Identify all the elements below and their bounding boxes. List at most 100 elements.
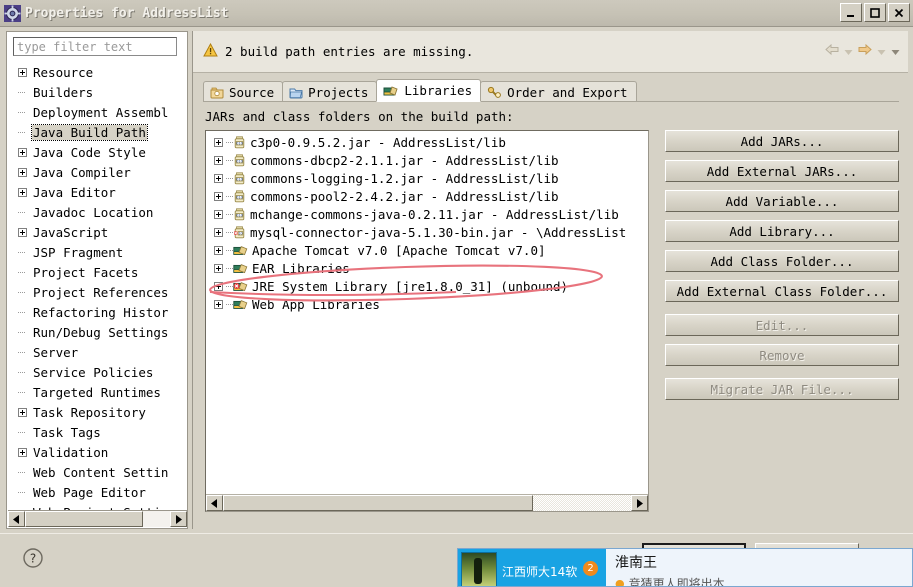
help-question-icon[interactable]: ? [22,547,44,569]
sidebar-item-server[interactable]: Server [8,342,187,362]
expand-plus-icon[interactable] [18,67,27,77]
list-scroll-right-icon[interactable] [631,495,648,511]
sidebar-item-java-code-style[interactable]: Java Code Style [8,142,187,162]
add-external-jars-button[interactable]: Add External JARs... [665,160,899,182]
sidebar-scroll-thumb[interactable] [25,511,143,527]
expand-plus-icon[interactable] [18,407,27,417]
gear-icon [4,4,21,22]
build-path-entry[interactable]: 010 c3p0-0.9.5.2.jar - AddressList/lib [206,133,648,151]
tab-bar[interactable]: Source Projects Libraries Order and Export [203,79,637,102]
sidebar-item-web-project-settin[interactable]: Web Project Settin [8,502,187,511]
add-external-class-folder-button[interactable]: Add External Class Folder... [665,280,899,302]
sidebar-item-targeted-runtimes[interactable]: Targeted Runtimes [8,382,187,402]
sidebar-item-label: Java Code Style [33,144,146,160]
sidebar-item-java-editor[interactable]: Java Editor [8,182,187,202]
expand-plus-icon[interactable] [214,137,223,147]
library-icon [233,244,248,257]
list-hscrollbar[interactable] [206,494,648,511]
sidebar-item-web-page-editor[interactable]: Web Page Editor [8,482,187,502]
filter-input[interactable]: type filter text [13,37,177,56]
sidebar-item-java-compiler[interactable]: Java Compiler [8,162,187,182]
expand-plus-icon[interactable] [214,299,223,309]
expand-plus-icon[interactable] [214,227,223,237]
build-path-entry[interactable]: 010 commons-pool2-2.4.2.jar - AddressList… [206,187,648,205]
sidebar-item-service-policies[interactable]: Service Policies [8,362,187,382]
sidebar-item-label: Targeted Runtimes [33,384,161,400]
sidebar-item-jsp-fragment[interactable]: JSP Fragment [8,242,187,262]
maximize-button[interactable] [864,3,886,22]
build-path-entry-label: commons-logging-1.2.jar - AddressList/li… [250,170,559,186]
sidebar-tree[interactable]: Resource Builders Deployment Assembl Java B… [8,62,187,510]
sidebar-item-task-tags[interactable]: Task Tags [8,422,187,442]
popup-subtitle: 竞猜更人即将出本 [628,577,725,587]
sidebar-item-project-references[interactable]: Project References [8,282,187,302]
expand-plus-icon[interactable] [214,209,223,219]
tab-order-and-export[interactable]: Order and Export [480,81,637,102]
expand-plus-icon[interactable] [214,263,223,273]
build-path-entry[interactable]: EAR Libraries [206,259,648,277]
build-path-entry[interactable]: 010 commons-dbcp2-2.1.1.jar - AddressList… [206,151,648,169]
sidebar-item-resource[interactable]: Resource [8,62,187,82]
sidebar-item-deployment-assembl[interactable]: Deployment Assembl [8,102,187,122]
build-path-entry[interactable]: JRE System Library [jre1.8.0_31] (unboun… [206,277,648,295]
sidebar-item-javascript[interactable]: JavaScript [8,222,187,242]
notification-popup[interactable]: 江西师大14软 2 淮南王 ● 竞猜更人即将出本 [457,548,913,587]
minimize-button[interactable] [840,3,862,22]
add-variable-button[interactable]: Add Variable... [665,190,899,212]
remove-button: Remove [665,344,899,366]
sidebar-item-task-repository[interactable]: Task Repository [8,402,187,422]
expand-plus-icon[interactable] [18,447,27,457]
add-class-folder-button[interactable]: Add Class Folder... [665,250,899,272]
button-label: Remove [759,347,805,363]
back-chevron-down-icon[interactable] [844,45,853,59]
expand-plus-icon[interactable] [18,147,27,157]
menu-chevron-down-icon[interactable] [891,45,900,59]
build-path-entry[interactable]: 010 mchange-commons-java-0.2.11.jar - Add… [206,205,648,223]
add-library-button[interactable]: Add Library... [665,220,899,242]
popup-subtitle-row: ● 竞猜更人即将出本 [615,575,912,587]
expand-plus-icon[interactable] [214,173,223,183]
add-jars-button[interactable]: Add JARs... [665,130,899,152]
sidebar-item-builders[interactable]: Builders [8,82,187,102]
build-path-list[interactable]: 010 c3p0-0.9.5.2.jar - AddressList/lib 010… [205,130,649,512]
sidebar-item-javadoc-location[interactable]: Javadoc Location [8,202,187,222]
sidebar-item-java-build-path[interactable]: Java Build Path [8,122,187,142]
expand-plus-icon[interactable] [18,227,27,237]
build-path-entry[interactable]: 10 mysql-connector-java-5.1.30-bin.jar - … [206,223,648,241]
sidebar-hscrollbar[interactable] [8,510,187,527]
build-path-entry[interactable]: Apache Tomcat v7.0 [Apache Tomcat v7.0] [206,241,648,259]
sidebar-scroll-track[interactable] [25,511,170,527]
build-path-entry[interactable]: Web App Libraries [206,295,648,313]
popup-advertisement[interactable]: 江西师大14软 2 [458,549,606,586]
forward-arrow-icon[interactable] [858,43,872,59]
expand-plus-icon[interactable] [214,281,223,291]
tab-source[interactable]: Source [203,81,284,102]
list-scroll-track[interactable] [223,495,631,511]
list-scroll-thumb[interactable] [223,495,533,511]
message-bar: 2 build path entries are missing. [193,31,908,73]
build-path-entry[interactable]: 010 commons-logging-1.2.jar - AddressList… [206,169,648,187]
tab-projects[interactable]: Projects [282,81,378,102]
sidebar-scroll-left-icon[interactable] [8,511,25,527]
expand-plus-icon[interactable] [18,167,27,177]
sidebar-scroll-right-icon[interactable] [170,511,187,527]
back-arrow-icon[interactable] [825,43,839,59]
sidebar-item-label: Task Repository [33,404,146,420]
expand-plus-icon[interactable] [18,187,27,197]
sidebar-item-refactoring-histor[interactable]: Refactoring Histor [8,302,187,322]
sidebar-item-project-facets[interactable]: Project Facets [8,262,187,282]
list-scroll-left-icon[interactable] [206,495,223,511]
sidebar-item-validation[interactable]: Validation [8,442,187,462]
close-button[interactable] [888,3,910,22]
tab-libraries[interactable]: Libraries [376,79,482,102]
build-path-entry-label: commons-dbcp2-2.1.1.jar - AddressList/li… [250,152,559,168]
sidebar-item-run-debug-settings[interactable]: Run/Debug Settings [8,322,187,342]
sidebar-item-web-content-settin[interactable]: Web Content Settin [8,462,187,482]
expand-plus-icon[interactable] [214,191,223,201]
button-label: Add Class Folder... [710,253,854,269]
build-path-entry-label: Web App Libraries [252,296,380,312]
expand-plus-icon[interactable] [214,245,223,255]
forward-chevron-down-icon[interactable] [877,45,886,59]
tree-branch-icon [226,264,233,273]
expand-plus-icon[interactable] [214,155,223,165]
